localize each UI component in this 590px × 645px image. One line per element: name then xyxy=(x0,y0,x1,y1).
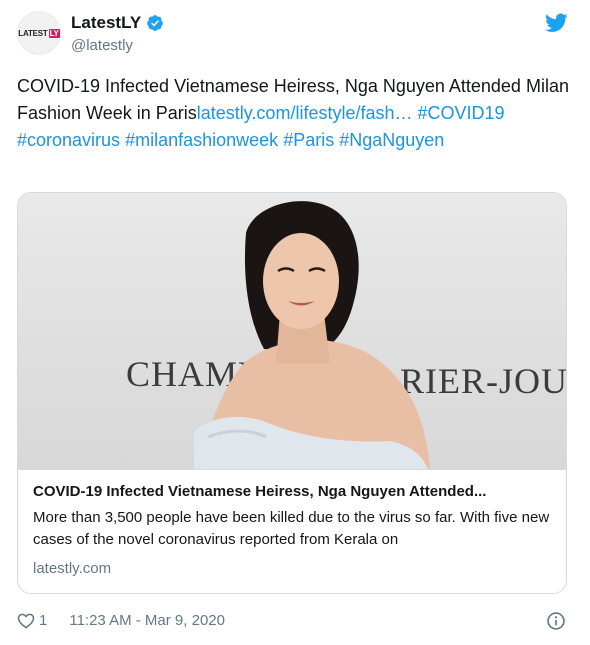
avatar[interactable]: LATEST LY xyxy=(17,11,61,55)
account-handle[interactable]: @latestly xyxy=(71,37,133,54)
card-title: COVID-19 Infected Vietnamese Heiress, Ng… xyxy=(33,483,487,500)
hashtag-link[interactable]: #NgaNguyen xyxy=(339,130,444,150)
info-icon[interactable] xyxy=(546,611,566,631)
card-body[interactable]: COVID-19 Infected Vietnamese Heiress, Ng… xyxy=(18,469,566,593)
timestamp[interactable]: 11:23 AM - Mar 9, 2020 xyxy=(69,612,225,629)
tweet-embed: LATEST LY LatestLY @latestly COVID-19 Inf… xyxy=(0,0,590,645)
card-photo: CHAMPA RIER-JOUËT xyxy=(126,201,567,469)
tweet-footer: 1 11:23 AM - Mar 9, 2020 xyxy=(17,612,225,629)
link-preview-card[interactable]: CHAMPA RIER-JOUËT COVID-1 xyxy=(17,192,567,594)
display-name[interactable]: LatestLY xyxy=(71,13,141,33)
tweet-link[interactable]: latestly.com/lifestyle/fash… xyxy=(197,103,413,123)
twitter-bird-icon[interactable] xyxy=(545,13,568,33)
hashtag-link[interactable]: #Paris xyxy=(283,130,334,150)
card-image[interactable]: CHAMPA RIER-JOUËT xyxy=(18,193,567,469)
hashtag-link[interactable]: #milanfashionweek xyxy=(125,130,278,150)
verified-badge-icon xyxy=(147,15,164,31)
avatar-logo: LATEST LY xyxy=(18,28,60,38)
heart-icon[interactable] xyxy=(17,612,35,629)
account-name-row: LatestLY xyxy=(71,13,164,33)
backdrop-text-right: RIER-JOUËT xyxy=(400,361,567,401)
hashtag-link[interactable]: #coronavirus xyxy=(17,130,120,150)
tweet-text: COVID-19 Infected Vietnamese Heiress, Ng… xyxy=(17,73,577,154)
hashtag-link[interactable]: #COVID19 xyxy=(418,103,505,123)
card-domain: latestly.com xyxy=(33,560,112,577)
like-count: 1 xyxy=(39,612,48,629)
card-description: More than 3,500 people have been killed … xyxy=(33,509,550,548)
